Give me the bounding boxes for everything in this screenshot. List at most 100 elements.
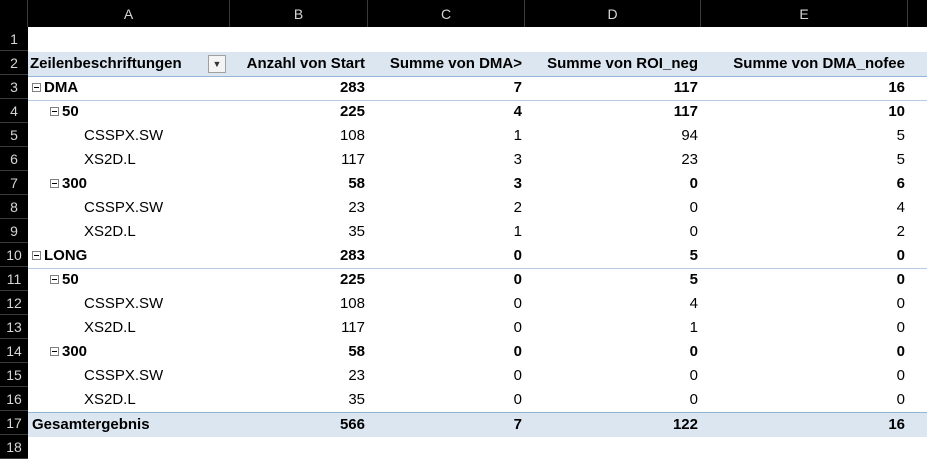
row-label-cell[interactable]: XS2D.L bbox=[84, 316, 228, 340]
value-cell-dma[interactable]: 0 bbox=[368, 316, 525, 340]
collapse-toggle-icon[interactable] bbox=[50, 106, 59, 116]
row-header-17[interactable]: 17 bbox=[0, 411, 28, 435]
value-cell-roi-neg[interactable]: 23 bbox=[525, 148, 701, 172]
value-cell-dma[interactable]: 0 bbox=[368, 292, 525, 316]
value-cell-start[interactable]: 58 bbox=[230, 172, 368, 196]
value-cell-dma[interactable]: 7 bbox=[368, 76, 525, 100]
row-header-8[interactable]: 8 bbox=[0, 195, 28, 219]
row-header-5[interactable]: 5 bbox=[0, 123, 28, 147]
column-header-a[interactable]: A bbox=[28, 0, 230, 27]
row-label-cell[interactable]: CSSPX.SW bbox=[84, 196, 228, 220]
value-cell-start[interactable]: 283 bbox=[230, 76, 368, 100]
row-label-cell[interactable]: DMA bbox=[32, 76, 228, 100]
value-cell-dma[interactable]: 0 bbox=[368, 268, 525, 292]
value-cell-dma-nofee[interactable]: 10 bbox=[701, 100, 908, 124]
collapse-toggle-icon[interactable] bbox=[32, 82, 41, 92]
row-header-6[interactable]: 6 bbox=[0, 147, 28, 171]
row-header-4[interactable]: 4 bbox=[0, 99, 28, 123]
value-cell-dma[interactable]: 1 bbox=[368, 220, 525, 244]
value-cell-dma-nofee[interactable]: 0 bbox=[701, 244, 908, 268]
row-header-18[interactable]: 18 bbox=[0, 435, 28, 459]
value-cell-start[interactable]: 23 bbox=[230, 364, 368, 388]
row-header-9[interactable]: 9 bbox=[0, 219, 28, 243]
row-header-13[interactable]: 13 bbox=[0, 315, 28, 339]
value-cell-dma-nofee[interactable]: 16 bbox=[701, 76, 908, 100]
value-cell-dma[interactable]: 1 bbox=[368, 124, 525, 148]
value-cell-start[interactable]: 108 bbox=[230, 292, 368, 316]
value-cell-roi-neg[interactable]: 4 bbox=[525, 292, 701, 316]
value-cell-start[interactable]: 35 bbox=[230, 388, 368, 412]
value-cell-start[interactable]: 108 bbox=[230, 124, 368, 148]
collapse-toggle-icon[interactable] bbox=[50, 178, 59, 188]
value-cell-roi-neg[interactable]: 0 bbox=[525, 220, 701, 244]
value-cell-roi-neg[interactable]: 1 bbox=[525, 316, 701, 340]
column-header-f[interactable] bbox=[908, 0, 927, 27]
row-label-cell[interactable]: CSSPX.SW bbox=[84, 292, 228, 316]
row-header-15[interactable]: 15 bbox=[0, 363, 28, 387]
row-header-1[interactable]: 1 bbox=[0, 27, 28, 51]
row-label-cell[interactable]: CSSPX.SW bbox=[84, 124, 228, 148]
row-label-cell[interactable]: LONG bbox=[32, 244, 228, 268]
row-label-cell[interactable]: CSSPX.SW bbox=[84, 364, 228, 388]
value-cell-dma-nofee[interactable]: 5 bbox=[701, 124, 908, 148]
value-cell-dma[interactable]: 0 bbox=[368, 364, 525, 388]
row-header-12[interactable]: 12 bbox=[0, 291, 28, 315]
grand-total-label[interactable]: Gesamtergebnis bbox=[32, 413, 228, 437]
value-cell-start[interactable]: 283 bbox=[230, 244, 368, 268]
value-cell-start[interactable]: 225 bbox=[230, 268, 368, 292]
row-label-cell[interactable]: 300 bbox=[50, 340, 228, 364]
value-cell-roi-neg[interactable]: 0 bbox=[525, 196, 701, 220]
value-cell-roi-neg[interactable]: 5 bbox=[525, 268, 701, 292]
value-cell-start[interactable]: 225 bbox=[230, 100, 368, 124]
row-header-10[interactable]: 10 bbox=[0, 243, 28, 267]
value-cell-dma-nofee[interactable]: 2 bbox=[701, 220, 908, 244]
value-cell-start[interactable]: 23 bbox=[230, 196, 368, 220]
value-cell-dma[interactable]: 2 bbox=[368, 196, 525, 220]
row-header-3[interactable]: 3 bbox=[0, 75, 28, 99]
value-cell-start[interactable]: 117 bbox=[230, 316, 368, 340]
value-cell-dma[interactable]: 0 bbox=[368, 340, 525, 364]
column-header-b[interactable]: B bbox=[230, 0, 368, 27]
grand-total-dma-nofee[interactable]: 16 bbox=[701, 413, 908, 437]
row-label-cell[interactable]: 300 bbox=[50, 172, 228, 196]
column-header-c[interactable]: C bbox=[368, 0, 525, 27]
grand-total-start[interactable]: 566 bbox=[230, 413, 368, 437]
row-header-7[interactable]: 7 bbox=[0, 171, 28, 195]
select-all-corner[interactable] bbox=[0, 0, 28, 27]
grand-total-dma[interactable]: 7 bbox=[368, 413, 525, 437]
value-cell-roi-neg[interactable]: 5 bbox=[525, 244, 701, 268]
row-label-cell[interactable]: XS2D.L bbox=[84, 220, 228, 244]
value-cell-roi-neg[interactable]: 0 bbox=[525, 364, 701, 388]
row-label-cell[interactable]: 50 bbox=[50, 100, 228, 124]
collapse-toggle-icon[interactable] bbox=[50, 274, 59, 284]
value-cell-dma-nofee[interactable]: 6 bbox=[701, 172, 908, 196]
value-cell-dma-nofee[interactable]: 0 bbox=[701, 316, 908, 340]
value-cell-roi-neg[interactable]: 117 bbox=[525, 100, 701, 124]
collapse-toggle-icon[interactable] bbox=[50, 346, 59, 356]
column-header-e[interactable]: E bbox=[701, 0, 908, 27]
value-cell-dma[interactable]: 0 bbox=[368, 244, 525, 268]
value-cell-roi-neg[interactable]: 0 bbox=[525, 388, 701, 412]
value-cell-roi-neg[interactable]: 0 bbox=[525, 340, 701, 364]
row-label-cell[interactable]: XS2D.L bbox=[84, 148, 228, 172]
column-header-d[interactable]: D bbox=[525, 0, 701, 27]
value-cell-dma-nofee[interactable]: 0 bbox=[701, 340, 908, 364]
value-cell-start[interactable]: 58 bbox=[230, 340, 368, 364]
row-label-cell[interactable]: XS2D.L bbox=[84, 388, 228, 412]
row-header-14[interactable]: 14 bbox=[0, 339, 28, 363]
grand-total-roi-neg[interactable]: 122 bbox=[525, 413, 701, 437]
collapse-toggle-icon[interactable] bbox=[32, 250, 41, 260]
value-cell-roi-neg[interactable]: 94 bbox=[525, 124, 701, 148]
value-cell-dma[interactable]: 3 bbox=[368, 148, 525, 172]
row-label-cell[interactable]: 50 bbox=[50, 268, 228, 292]
value-cell-dma[interactable]: 0 bbox=[368, 388, 525, 412]
row-header-16[interactable]: 16 bbox=[0, 387, 28, 411]
value-cell-start[interactable]: 117 bbox=[230, 148, 368, 172]
value-cell-roi-neg[interactable]: 0 bbox=[525, 172, 701, 196]
row-header-11[interactable]: 11 bbox=[0, 267, 28, 291]
value-cell-dma-nofee[interactable]: 0 bbox=[701, 292, 908, 316]
value-cell-start[interactable]: 35 bbox=[230, 220, 368, 244]
value-cell-dma-nofee[interactable]: 0 bbox=[701, 268, 908, 292]
row-header-2[interactable]: 2 bbox=[0, 51, 28, 75]
value-cell-dma-nofee[interactable]: 0 bbox=[701, 364, 908, 388]
